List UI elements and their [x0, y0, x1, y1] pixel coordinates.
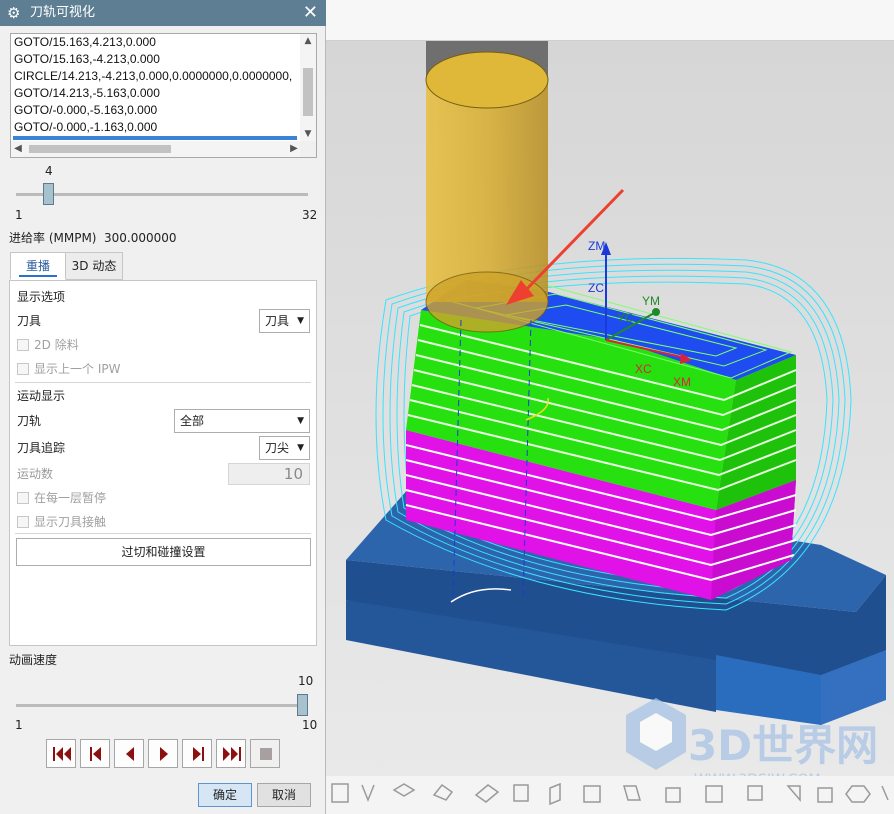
tool-label: 刀具	[17, 314, 42, 328]
feed-rate-value: 300.000000	[104, 231, 177, 245]
dialog-title: 刀轨可视化	[30, 5, 96, 20]
speed-slider-min: 1	[15, 718, 23, 732]
horizontal-scrollbar[interactable]: ◀ ▶	[11, 141, 301, 157]
show-tool-contact-label: 显示刀具接触	[34, 515, 107, 529]
remove-2d-checkbox[interactable]	[17, 339, 29, 351]
chevron-down-icon: ▼	[297, 316, 304, 326]
path-dropdown[interactable]: 全部 ▼	[174, 409, 310, 433]
step-slider-value: 4	[45, 164, 53, 178]
stop-button[interactable]	[250, 739, 280, 768]
code-lines: GOTO/15.163,4.213,0.000 GOTO/15.163,-4.2…	[11, 34, 301, 141]
vertical-scrollbar[interactable]: ▲ ▼	[300, 34, 316, 141]
tool-trace-dropdown[interactable]: 刀尖 ▼	[259, 436, 310, 460]
play-backward-icon	[126, 747, 134, 761]
axis-label-yc: YC	[617, 311, 634, 325]
step-slider-thumb[interactable]	[43, 183, 55, 205]
chevron-down-icon: ▼	[297, 443, 304, 453]
show-prev-ipw-checkbox[interactable]	[17, 363, 29, 375]
path-label: 刀轨	[17, 414, 42, 428]
animation-speed-label: 动画速度	[9, 653, 58, 667]
pause-each-layer-label: 在每一层暂停	[34, 491, 107, 505]
watermark-brand: 3D世界网	[688, 721, 878, 770]
display-options-header: 显示选项	[17, 290, 66, 304]
motion-count-input[interactable]: 10	[228, 463, 310, 485]
step-slider-track[interactable]	[16, 193, 308, 196]
chevron-down-icon: ▼	[297, 416, 304, 426]
scroll-right-icon[interactable]: ▶	[287, 141, 301, 157]
gouge-collision-settings-button[interactable]: 过切和碰撞设置	[16, 538, 311, 566]
ok-button[interactable]: 确定	[198, 783, 252, 807]
section-divider	[15, 382, 311, 383]
axis-label-zm: ZM	[588, 239, 605, 253]
show-prev-ipw-label: 显示上一个 IPW	[34, 362, 121, 376]
top-toolbar-strip	[326, 0, 894, 40]
bottom-toolbar-strip	[326, 776, 894, 814]
next-icon	[193, 747, 204, 761]
list-item[interactable]: GOTO/-0.000,-1.163,0.000	[11, 119, 301, 136]
pause-each-layer-checkbox[interactable]	[17, 492, 29, 504]
stop-icon	[260, 748, 272, 760]
step-slider-max: 32	[302, 208, 318, 222]
speed-slider-track[interactable]	[16, 704, 308, 707]
cl-code-list[interactable]: GOTO/15.163,4.213,0.000 GOTO/15.163,-4.2…	[10, 33, 317, 158]
step-back-to-previous-button[interactable]	[80, 739, 110, 768]
axis-label-xm: XM	[673, 375, 691, 389]
previous-icon	[90, 747, 101, 761]
skip-to-start-icon	[53, 747, 71, 761]
list-item[interactable]: GOTO/15.163,4.213,0.000	[11, 34, 301, 51]
scroll-corner	[300, 141, 316, 157]
path-dropdown-value: 全部	[180, 414, 205, 428]
feed-rate-label: 进给率 (MMPM)	[9, 231, 97, 245]
tab-3d-dynamic[interactable]: 3D 动态	[65, 252, 123, 280]
scroll-thumb[interactable]	[303, 68, 313, 116]
tool-trace-dropdown-value: 刀尖	[265, 441, 290, 455]
cancel-button[interactable]: 取消	[257, 783, 311, 807]
scroll-up-icon[interactable]: ▲	[300, 34, 316, 48]
step-slider-min: 1	[15, 208, 23, 222]
remove-2d-label: 2D 除料	[34, 338, 79, 352]
play-icon	[160, 747, 168, 761]
motion-count-label: 运动数	[17, 467, 54, 481]
play-forward-button[interactable]	[148, 739, 178, 768]
tool-dropdown-value: 刀具	[265, 314, 290, 328]
viewport-canvas: ZM ZC YM YC XC XM 3D世界网 WWW.3DSJW.COM	[326, 0, 894, 814]
list-item[interactable]: GOTO/15.163,-4.213,0.000	[11, 51, 301, 68]
list-item[interactable]: CIRCLE/14.213,-4.213,0.000,0.0000000,0.0…	[11, 68, 301, 85]
tool-trace-label: 刀具追踪	[17, 441, 66, 455]
motion-display-header: 运动显示	[17, 389, 66, 403]
section-divider	[15, 533, 311, 534]
scroll-left-icon[interactable]: ◀	[11, 141, 25, 157]
cutting-tool	[425, 41, 549, 333]
speed-slider-value: 10	[298, 674, 314, 688]
list-item[interactable]: GOTO/-0.000,-5.163,0.000	[11, 102, 301, 119]
list-item[interactable]: GOTO/14.213,-5.163,0.000	[11, 85, 301, 102]
axis-label-xc: XC	[635, 362, 652, 376]
axis-label-zc: ZC	[588, 281, 604, 295]
scroll-down-icon[interactable]: ▼	[300, 127, 316, 141]
rewind-to-start-button[interactable]	[46, 739, 76, 768]
tab-replay[interactable]: 重播	[10, 252, 66, 280]
toolpath-visualization-dialog: ⚙ 刀轨可视化 ✕ GOTO/15.163,4.213,0.000 GOTO/1…	[0, 0, 326, 814]
close-icon[interactable]: ✕	[303, 2, 318, 24]
speed-slider-max: 10	[302, 718, 318, 732]
selected-line-highlight	[13, 136, 297, 140]
skip-to-end-icon	[223, 747, 241, 761]
speed-slider-thumb[interactable]	[297, 694, 308, 716]
show-tool-contact-checkbox[interactable]	[17, 516, 29, 528]
tool-dropdown[interactable]: 刀具 ▼	[259, 309, 310, 333]
graphics-viewport[interactable]: ZM ZC YM YC XC XM 3D世界网 WWW.3DSJW.COM	[326, 0, 894, 814]
play-backward-button[interactable]	[114, 739, 144, 768]
gear-icon: ⚙	[7, 4, 21, 22]
dialog-titlebar: ⚙ 刀轨可视化 ✕	[0, 0, 326, 26]
fast-forward-to-end-button[interactable]	[216, 739, 246, 768]
step-forward-to-next-button[interactable]	[182, 739, 212, 768]
axis-label-ym: YM	[642, 294, 660, 308]
scroll-thumb[interactable]	[29, 145, 171, 153]
replay-panel: 显示选项 刀具 刀具 ▼ 2D 除料 显示上一个 IPW 运动显示 刀轨 全部 …	[9, 280, 317, 646]
